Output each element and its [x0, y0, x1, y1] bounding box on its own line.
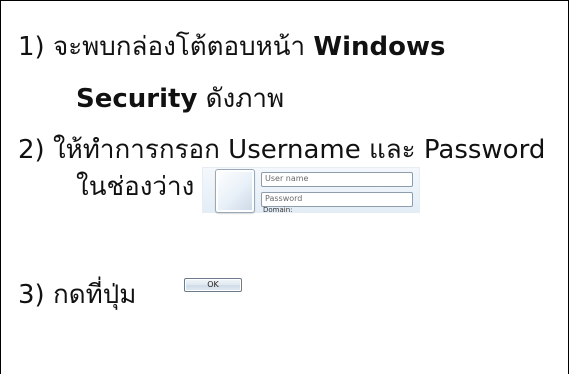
ok-button[interactable]: OK: [184, 278, 242, 292]
step2-line1: 2) ให้ทำการกรอก Username และ Password: [18, 137, 545, 163]
step1-security: Security: [76, 84, 198, 114]
step1-line1: 1) จะพบกล่องโต้ตอบหน้า Windows: [18, 34, 446, 60]
step2-text: ให้ทำการกรอก Username และ Password: [52, 135, 546, 165]
domain-label: Domain:: [263, 206, 293, 214]
step1-line2: Security ดังภาพ: [76, 86, 284, 112]
username-field[interactable]: User name: [261, 172, 413, 187]
user-tile-icon: [215, 169, 255, 213]
step3-line: 3) กดที่ปุ่ม: [18, 282, 136, 308]
step1-text: จะพบกล่องโต้ตอบหน้า: [52, 32, 306, 62]
step3-number: 3): [18, 280, 45, 310]
step1-windows: Windows: [313, 32, 446, 62]
step3-text: กดที่ปุ่ม: [52, 280, 137, 310]
password-field[interactable]: Password: [261, 192, 413, 207]
credential-panel: User name Password Domain:: [202, 167, 420, 214]
step1-number: 1): [18, 32, 45, 62]
step2-number: 2): [18, 135, 45, 165]
step2-line2: ในช่องว่าง: [76, 172, 195, 202]
step1-suffix: ดังภาพ: [205, 84, 285, 114]
